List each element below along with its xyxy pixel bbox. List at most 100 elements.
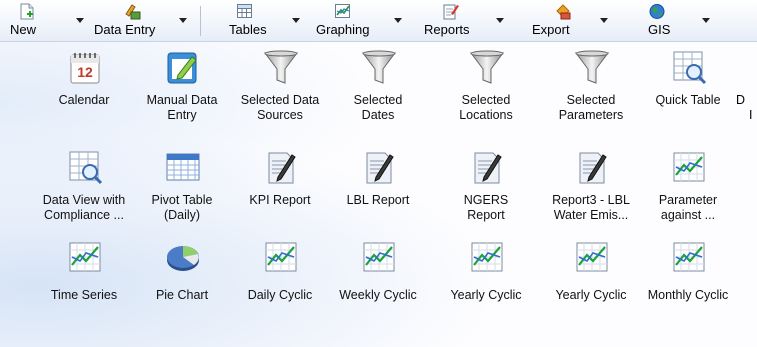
tile-label: Manual Data xyxy=(146,93,218,107)
toolbar-reports-button[interactable]: Reports xyxy=(422,0,512,41)
line-graph-icon xyxy=(670,239,708,277)
tile-label: Selected Data xyxy=(240,93,320,107)
chevron-down-icon[interactable] xyxy=(496,18,504,23)
tile-label: against ... xyxy=(660,208,716,222)
tile-label: Weekly Cyclic xyxy=(339,288,417,302)
toolbar-graphing-label: Graphing xyxy=(316,22,370,37)
chevron-down-icon[interactable] xyxy=(394,18,402,23)
pie-chart-icon xyxy=(164,239,202,277)
chevron-down-icon[interactable] xyxy=(600,18,608,23)
tile-label: Daily Cyclic xyxy=(247,288,313,302)
toolbar-new-label: New xyxy=(10,22,37,37)
tile-ngers-report[interactable]: NGERS Report xyxy=(440,149,532,239)
table-magnifier-icon xyxy=(670,49,708,87)
shortcut-panel: 12 Calendar Manual Data Entry Selected D… xyxy=(0,42,757,347)
tile-weekly-cyclic[interactable]: Weekly Cyclic xyxy=(332,239,424,329)
calendar-icon: 12 xyxy=(66,49,104,87)
line-graph-icon xyxy=(468,239,506,277)
chevron-down-icon[interactable] xyxy=(179,18,187,23)
toolbar-gis-button[interactable]: GIS xyxy=(640,0,720,41)
tile-parameter-against[interactable]: Parameter against ... xyxy=(642,149,734,239)
toolbar-reports-label: Reports xyxy=(424,22,470,37)
toolbar-export-button[interactable]: Export xyxy=(530,0,616,41)
tile-label: Report xyxy=(467,208,505,222)
tile-label: D xyxy=(736,93,746,107)
report-icon xyxy=(468,149,506,187)
tile-manual-data-entry[interactable]: Manual Data Entry xyxy=(136,49,228,139)
tile-lbl-report[interactable]: LBL Report xyxy=(332,149,424,239)
line-graph-icon xyxy=(66,239,104,277)
tile-calendar[interactable]: 12 Calendar xyxy=(38,49,130,139)
pivot-table-icon xyxy=(164,149,202,187)
table-magnifier-icon xyxy=(66,149,104,187)
funnel-icon xyxy=(468,49,506,87)
new-document-icon xyxy=(18,3,36,20)
svg-text:12: 12 xyxy=(77,64,93,80)
tile-label: NGERS xyxy=(463,193,509,207)
tile-label: Report3 - LBL xyxy=(552,193,630,207)
chevron-down-icon[interactable] xyxy=(76,18,84,23)
report-icon xyxy=(442,3,460,20)
toolbar-tables-button[interactable]: Tables xyxy=(222,0,306,41)
tile-label: LBL Report xyxy=(346,193,410,207)
tile-label: I xyxy=(749,108,753,122)
tile-label: (Daily) xyxy=(163,208,201,222)
toolbar-data-entry-label: Data Entry xyxy=(94,22,156,37)
tile-time-series[interactable]: Time Series xyxy=(38,239,130,329)
tile-label: Dates xyxy=(361,108,395,122)
export-icon xyxy=(554,3,572,20)
tile-label: Selected xyxy=(353,93,403,107)
tile-label: Quick Table xyxy=(655,93,721,107)
line-graph-icon xyxy=(573,239,611,277)
report-icon xyxy=(573,149,611,187)
tile-pivot-table[interactable]: Pivot Table (Daily) xyxy=(136,149,228,239)
tile-selected-dates[interactable]: Selected Dates xyxy=(332,49,424,139)
tile-daily-cyclic[interactable]: Daily Cyclic xyxy=(234,239,326,329)
tile-pie-chart[interactable]: Pie Chart xyxy=(136,239,228,329)
tile-selected-locations[interactable]: Selected Locations xyxy=(440,49,532,139)
tile-yearly-cyclic-1[interactable]: Yearly Cyclic xyxy=(440,239,532,329)
tile-label: Time Series xyxy=(50,288,118,302)
tile-data-view-compliance[interactable]: Data View with Compliance ... xyxy=(38,149,130,239)
chevron-down-icon[interactable] xyxy=(292,18,300,23)
tile-report3-lbl-water[interactable]: Report3 - LBL Water Emis... xyxy=(545,149,637,239)
data-entry-icon xyxy=(124,3,142,20)
tile-label: Selected xyxy=(566,93,616,107)
ribbon-toolbar: New Data Entry Tables Graphing Reports E… xyxy=(0,0,757,42)
tile-label: Entry xyxy=(167,108,197,122)
tile-clipped[interactable]: D I xyxy=(736,93,757,125)
line-graph-icon xyxy=(262,239,300,277)
table-icon xyxy=(236,3,254,20)
tile-label: KPI Report xyxy=(249,193,311,207)
tile-yearly-cyclic-2[interactable]: Yearly Cyclic xyxy=(545,239,637,329)
chevron-down-icon[interactable] xyxy=(702,18,710,23)
tile-label: Yearly Cyclic xyxy=(450,288,522,302)
globe-icon xyxy=(648,3,666,20)
toolbar-export-label: Export xyxy=(532,22,570,37)
graph-icon xyxy=(334,3,352,20)
tile-label: Monthly Cyclic xyxy=(647,288,729,302)
tile-label: Selected xyxy=(461,93,511,107)
toolbar-gis-label: GIS xyxy=(648,22,671,37)
tile-selected-parameters[interactable]: Selected Parameters xyxy=(545,49,637,139)
tile-label: Yearly Cyclic xyxy=(555,288,627,302)
funnel-icon xyxy=(262,49,300,87)
tile-monthly-cyclic[interactable]: Monthly Cyclic xyxy=(642,239,734,329)
toolbar-separator xyxy=(200,6,201,36)
tile-label: Compliance ... xyxy=(44,208,124,222)
tile-quick-table[interactable]: Quick Table xyxy=(642,49,734,139)
toolbar-data-entry-button[interactable]: Data Entry xyxy=(94,0,194,41)
toolbar-graphing-button[interactable]: Graphing xyxy=(314,0,406,41)
tile-label: Locations xyxy=(459,108,513,122)
tile-selected-data-sources[interactable]: Selected Data Sources xyxy=(234,49,326,139)
tile-label: Parameter xyxy=(658,193,718,207)
funnel-icon xyxy=(573,49,611,87)
tile-kpi-report[interactable]: KPI Report xyxy=(234,149,326,239)
tile-label: Sources xyxy=(257,108,303,122)
report-icon xyxy=(262,149,300,187)
funnel-icon xyxy=(360,49,398,87)
edit-pencil-icon xyxy=(164,49,202,87)
report-icon xyxy=(360,149,398,187)
tile-label: Water Emis... xyxy=(553,208,629,222)
toolbar-new-button[interactable]: New xyxy=(6,0,86,41)
